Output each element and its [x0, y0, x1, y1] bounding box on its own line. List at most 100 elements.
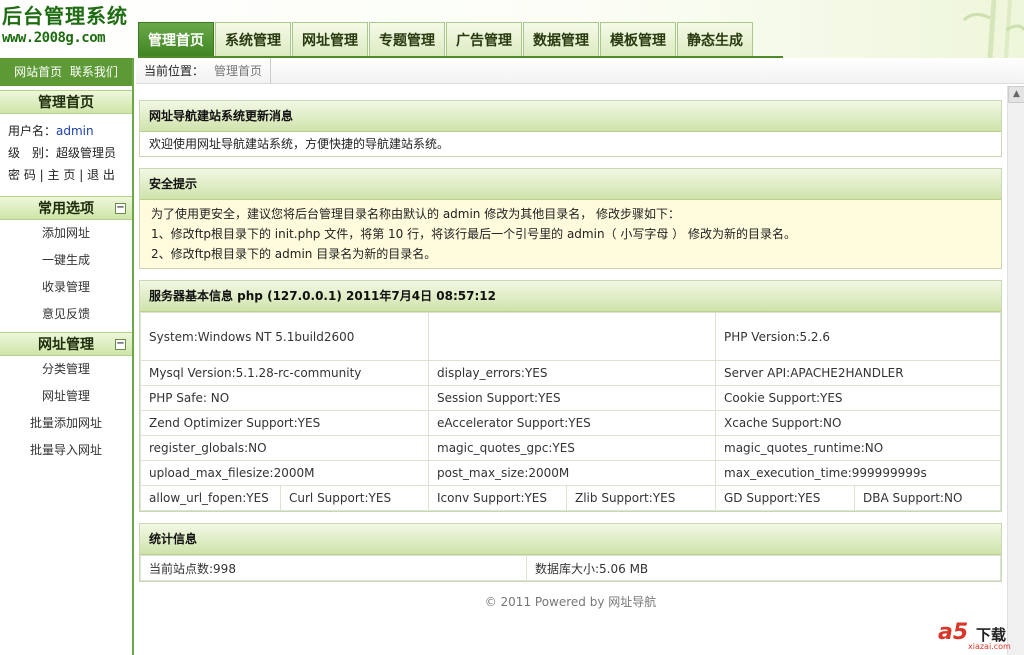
tab-template[interactable]: 模板管理 — [600, 22, 676, 56]
tab-ads[interactable]: 广告管理 — [446, 22, 522, 56]
username-value: admin — [56, 124, 94, 138]
stats-panel-title: 统计信息 — [140, 524, 1001, 555]
security-notice: 为了使用更安全，建议您将后台管理目录名称由默认的 admin 修改为其他目录名，… — [140, 200, 1001, 268]
security-line-3: 2、修改ftp根目录下的 admin 目录名为新的目录名。 — [151, 247, 437, 261]
table-cell: magic_quotes_gpc:YES — [428, 435, 716, 461]
table-cell: Server API:APACHE2HANDLER — [715, 360, 1001, 386]
sidebar-item-url-manage[interactable]: 网址管理 — [0, 383, 132, 410]
password-link[interactable]: 密 码 — [8, 168, 36, 182]
table-cell: Session Support:YES — [428, 385, 716, 411]
breadcrumb: 当前位置： 管理首页 — [136, 58, 1024, 84]
sidebar-top-links: 网站首页 联系我们 — [0, 58, 132, 86]
table-cell: magic_quotes_runtime:NO — [715, 435, 1001, 461]
tab-url-manage[interactable]: 网址管理 — [292, 22, 368, 56]
table-cell: Curl Support:YES — [280, 485, 429, 511]
table-cell: max_execution_time:999999999s — [715, 460, 1001, 486]
server-info-table: System:Windows NT 5.1build2600 PHP Versi… — [140, 312, 1001, 511]
logo-title: 后台管理系统 — [2, 4, 128, 28]
table-cell: allow_url_fopen:YES — [140, 485, 281, 511]
site-home-link[interactable]: 网站首页 — [14, 65, 62, 79]
table-cell: PHP Version:5.2.6 — [715, 312, 1001, 361]
user-links: 密 码 | 主 页 | 退 出 — [8, 164, 124, 186]
level-row: 级 别：超级管理员 — [8, 142, 124, 164]
sidebar: 网站首页 联系我们 管理首页 用户名：admin 级 别：超级管理员 密 码 |… — [0, 58, 134, 655]
header: 后台管理系统 www.2008g.com 管理首页 系统管理 网址管理 专题管理… — [0, 0, 1024, 58]
table-cell: 数据库大小:5.06 MB — [526, 555, 1001, 581]
table-cell — [428, 312, 716, 361]
vertical-scrollbar[interactable]: ▲ — [1007, 86, 1024, 655]
server-panel-title: 服务器基本信息 php (127.0.0.1) 2011年7月4日 08:57:… — [140, 281, 1001, 312]
username-row: 用户名：admin — [8, 120, 124, 142]
update-panel-body: 欢迎使用网址导航建站系统，方便快捷的导航建站系统。 — [149, 137, 450, 151]
table-cell: GD Support:YES — [715, 485, 855, 511]
table-cell: Zlib Support:YES — [566, 485, 716, 511]
table-cell: upload_max_filesize:2000M — [140, 460, 429, 486]
sidebar-head-label: 常用选项 — [38, 201, 94, 217]
contact-link[interactable]: 联系我们 — [70, 65, 118, 79]
sidebar-head-label: 网址管理 — [38, 337, 94, 353]
bamboo-decoration-icon — [962, 0, 1024, 58]
user-info: 用户名：admin 级 别：超级管理员 密 码 | 主 页 | 退 出 — [0, 114, 132, 192]
logo[interactable]: 后台管理系统 www.2008g.com — [2, 4, 132, 54]
security-line-1: 为了使用更安全，建议您将后台管理目录名称由默认的 admin 修改为其他目录名，… — [151, 207, 681, 221]
tab-admin-home[interactable]: 管理首页 — [138, 22, 214, 56]
sidebar-head-url[interactable]: 网址管理 − — [0, 332, 132, 356]
stats-panel: 统计信息 当前站点数:998 数据库大小:5.06 MB — [139, 523, 1002, 582]
table-cell: eAccelerator Support:YES — [428, 410, 716, 436]
table-row: register_globals:NO magic_quotes_gpc:YES… — [140, 435, 1001, 461]
collapse-icon[interactable]: − — [115, 203, 126, 214]
sidebar-item-feedback[interactable]: 意见反馈 — [0, 301, 132, 328]
server-panel: 服务器基本信息 php (127.0.0.1) 2011年7月4日 08:57:… — [139, 280, 1002, 512]
security-line-2: 1、修改ftp根目录下的 init.php 文件，将第 10 行，将该行最后一个… — [151, 227, 796, 241]
tab-data[interactable]: 数据管理 — [523, 22, 599, 56]
level-label: 级 别： — [8, 146, 57, 160]
table-row: 当前站点数:998 数据库大小:5.06 MB — [140, 555, 1001, 581]
footer: © 2011 Powered by 网址导航 — [484, 595, 657, 609]
watermark-url: xiazai.com — [968, 642, 1011, 651]
home-link[interactable]: 主 页 — [48, 168, 76, 182]
table-cell: Xcache Support:NO — [715, 410, 1001, 436]
table-cell: post_max_size:2000M — [428, 460, 716, 486]
main-content: 网址导航建站系统更新消息 欢迎使用网址导航建站系统，方便快捷的导航建站系统。 安… — [139, 100, 1002, 610]
link-divider: | — [39, 168, 44, 182]
security-panel: 安全提示 为了使用更安全，建议您将后台管理目录名称由默认的 admin 修改为其… — [139, 168, 1002, 269]
update-panel: 网址导航建站系统更新消息 欢迎使用网址导航建站系统，方便快捷的导航建站系统。 — [139, 100, 1002, 157]
collapse-icon[interactable]: − — [115, 339, 126, 350]
security-panel-title: 安全提示 — [140, 169, 1001, 200]
sidebar-head-home[interactable]: 管理首页 — [0, 90, 132, 114]
breadcrumb-item[interactable]: 管理首页 — [214, 58, 272, 84]
table-row: PHP Safe: NO Session Support:YES Cookie … — [140, 385, 1001, 411]
sidebar-head-common[interactable]: 常用选项 − — [0, 196, 132, 220]
table-row: allow_url_fopen:YES Curl Support:YES Ico… — [140, 485, 1001, 511]
table-row: upload_max_filesize:2000M post_max_size:… — [140, 460, 1001, 486]
tab-static[interactable]: 静态生成 — [677, 22, 753, 56]
sidebar-item-generate[interactable]: 一键生成 — [0, 247, 132, 274]
table-cell: DBA Support:NO — [854, 485, 1001, 511]
logout-link[interactable]: 退 出 — [87, 168, 115, 182]
sidebar-item-category[interactable]: 分类管理 — [0, 356, 132, 383]
main-nav: 管理首页 系统管理 网址管理 专题管理 广告管理 数据管理 模板管理 静态生成 — [138, 22, 783, 58]
table-cell: 当前站点数:998 — [140, 555, 527, 581]
tab-topic[interactable]: 专题管理 — [369, 22, 445, 56]
sidebar-item-add-url[interactable]: 添加网址 — [0, 220, 132, 247]
table-cell: display_errors:YES — [428, 360, 716, 386]
sidebar-item-batch-add[interactable]: 批量添加网址 — [0, 410, 132, 437]
table-cell: System:Windows NT 5.1build2600 — [140, 312, 429, 361]
table-row: System:Windows NT 5.1build2600 PHP Versi… — [140, 312, 1001, 361]
level-value: 超级管理员 — [56, 146, 117, 160]
scroll-up-icon[interactable]: ▲ — [1008, 86, 1024, 103]
table-cell: Iconv Support:YES — [428, 485, 567, 511]
link-divider: | — [79, 168, 84, 182]
breadcrumb-label: 当前位置： — [144, 64, 205, 78]
table-row: Mysql Version:5.1.28-rc-community displa… — [140, 360, 1001, 386]
update-panel-title: 网址导航建站系统更新消息 — [140, 101, 1001, 132]
logo-url: www.2008g.com — [2, 30, 106, 46]
sidebar-item-batch-import[interactable]: 批量导入网址 — [0, 437, 132, 464]
watermark-logo: a5 下载 xiazai.com — [938, 620, 1018, 652]
tab-system[interactable]: 系统管理 — [215, 22, 291, 56]
table-row: Zend Optimizer Support:YES eAccelerator … — [140, 410, 1001, 436]
username-label: 用户名： — [8, 124, 57, 138]
sidebar-item-index[interactable]: 收录管理 — [0, 274, 132, 301]
table-cell: Cookie Support:YES — [715, 385, 1001, 411]
watermark-a5: a5 — [938, 620, 969, 645]
